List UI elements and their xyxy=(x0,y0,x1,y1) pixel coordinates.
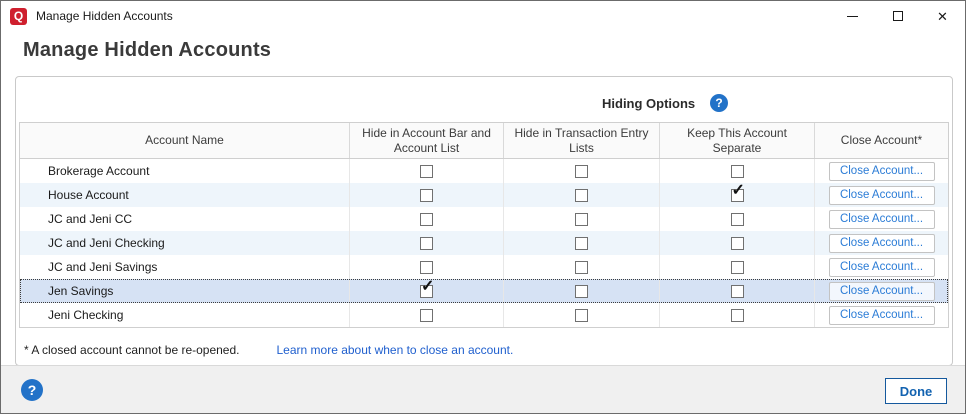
close-button[interactable]: ✕ xyxy=(920,1,965,31)
hiding-options-label: Hiding Options xyxy=(602,96,695,111)
column-header-close-account: Close Account* xyxy=(814,123,948,158)
hide-in-transaction-lists-checkbox[interactable]: ✓ xyxy=(575,165,588,178)
accounts-table: Account Name Hide in Account Bar and Acc… xyxy=(19,122,949,328)
learn-more-link[interactable]: Learn more about when to close an accoun… xyxy=(277,343,514,357)
hiding-options-help-icon[interactable]: ? xyxy=(710,94,728,112)
manage-hidden-accounts-dialog: Q Manage Hidden Accounts ✕ Manage Hidden… xyxy=(0,0,966,414)
column-header-keep-separate: Keep This Account Separate xyxy=(659,123,814,158)
keep-account-separate-checkbox[interactable]: ✓ xyxy=(731,285,744,298)
done-button[interactable]: Done xyxy=(885,378,947,404)
column-header-hide-transaction: Hide in Transaction Entry Lists xyxy=(503,123,659,158)
account-name: JC and Jeni Checking xyxy=(20,231,349,255)
hide-in-transaction-lists-checkbox[interactable]: ✓ xyxy=(575,285,588,298)
window-title: Manage Hidden Accounts xyxy=(36,9,173,23)
close-account-button[interactable]: Close Account... xyxy=(829,306,935,325)
close-icon: ✕ xyxy=(937,10,948,23)
page-title: Manage Hidden Accounts xyxy=(23,39,271,62)
table-row[interactable]: Brokerage Account ✓ ✓ ✓ Close Account... xyxy=(20,159,948,183)
table-row[interactable]: JC and Jeni Savings ✓ ✓ ✓ Close Account.… xyxy=(20,255,948,279)
table-row[interactable]: House Account ✓ ✓ ✓ Close Account... xyxy=(20,183,948,207)
hide-in-account-bar-checkbox[interactable]: ✓ xyxy=(420,237,433,250)
table-row[interactable]: Jeni Checking ✓ ✓ ✓ Close Account... xyxy=(20,303,948,327)
table-row[interactable]: JC and Jeni CC ✓ ✓ ✓ Close Account... xyxy=(20,207,948,231)
closed-account-note: * A closed account cannot be re-opened. xyxy=(24,343,240,357)
close-account-button[interactable]: Close Account... xyxy=(829,210,935,229)
account-name: JC and Jeni CC xyxy=(20,207,349,231)
quicken-logo-icon: Q xyxy=(10,8,27,25)
column-header-account-name: Account Name xyxy=(20,123,349,158)
account-name: Jeni Checking xyxy=(20,303,349,327)
table-row[interactable]: JC and Jeni Checking ✓ ✓ ✓ Close Account… xyxy=(20,231,948,255)
keep-account-separate-checkbox[interactable]: ✓ xyxy=(731,237,744,250)
minimize-icon xyxy=(847,16,858,17)
hidden-accounts-panel: Hiding Options ? Account Name Hide in Ac… xyxy=(15,76,953,366)
table-row[interactable]: Jen Savings ✓ ✓ ✓ Close Account... xyxy=(20,279,948,303)
account-name: Brokerage Account xyxy=(20,159,349,183)
close-account-button[interactable]: Close Account... xyxy=(829,234,935,253)
hide-in-account-bar-checkbox[interactable]: ✓ xyxy=(420,213,433,226)
account-name: JC and Jeni Savings xyxy=(20,255,349,279)
table-header-row: Account Name Hide in Account Bar and Acc… xyxy=(20,123,948,159)
hide-in-account-bar-checkbox[interactable]: ✓ xyxy=(420,309,433,322)
close-account-button[interactable]: Close Account... xyxy=(829,282,935,301)
window-controls: ✕ xyxy=(830,1,965,31)
minimize-button[interactable] xyxy=(830,1,875,31)
keep-account-separate-checkbox[interactable]: ✓ xyxy=(731,261,744,274)
hide-in-transaction-lists-checkbox[interactable]: ✓ xyxy=(575,189,588,202)
close-account-button[interactable]: Close Account... xyxy=(829,162,935,181)
hide-in-transaction-lists-checkbox[interactable]: ✓ xyxy=(575,213,588,226)
maximize-icon xyxy=(893,11,903,21)
hide-in-transaction-lists-checkbox[interactable]: ✓ xyxy=(575,261,588,274)
keep-account-separate-checkbox[interactable]: ✓ xyxy=(731,213,744,226)
keep-account-separate-checkbox[interactable]: ✓ xyxy=(731,165,744,178)
keep-account-separate-checkbox[interactable]: ✓ xyxy=(731,189,744,202)
title-bar: Q Manage Hidden Accounts ✕ xyxy=(1,1,965,31)
checkmark-icon: ✓ xyxy=(421,279,434,295)
maximize-button[interactable] xyxy=(875,1,920,31)
bottom-bar: ? Done xyxy=(1,365,965,413)
table-body: Brokerage Account ✓ ✓ ✓ Close Account...… xyxy=(20,159,948,327)
hide-in-account-bar-checkbox[interactable]: ✓ xyxy=(420,189,433,202)
checkmark-icon: ✓ xyxy=(732,183,745,199)
close-account-button[interactable]: Close Account... xyxy=(829,258,935,277)
hide-in-account-bar-checkbox[interactable]: ✓ xyxy=(420,165,433,178)
dialog-help-icon[interactable]: ? xyxy=(21,379,43,401)
column-header-hide-account-bar: Hide in Account Bar and Account List xyxy=(349,123,503,158)
hide-in-transaction-lists-checkbox[interactable]: ✓ xyxy=(575,309,588,322)
panel-footer: * A closed account cannot be re-opened. … xyxy=(24,343,513,357)
account-name: Jen Savings xyxy=(20,279,349,303)
hide-in-account-bar-checkbox[interactable]: ✓ xyxy=(420,261,433,274)
hide-in-transaction-lists-checkbox[interactable]: ✓ xyxy=(575,237,588,250)
keep-account-separate-checkbox[interactable]: ✓ xyxy=(731,309,744,322)
close-account-button[interactable]: Close Account... xyxy=(829,186,935,205)
hide-in-account-bar-checkbox[interactable]: ✓ xyxy=(420,285,433,298)
account-name: House Account xyxy=(20,183,349,207)
